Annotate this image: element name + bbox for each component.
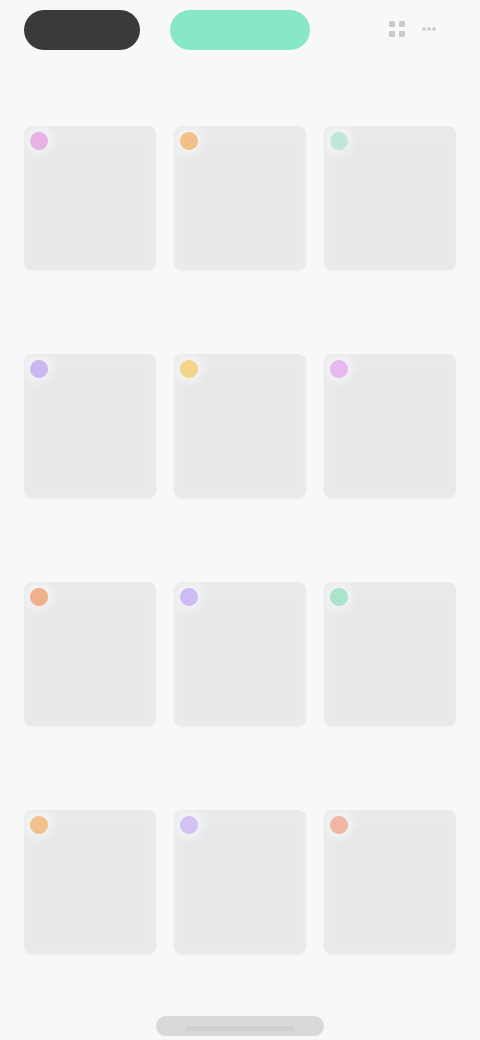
grid-card[interactable] [174, 126, 306, 328]
grid-card[interactable] [174, 810, 306, 1012]
status-dot-icon [330, 816, 348, 834]
card-label [174, 282, 306, 300]
status-dot-icon [30, 132, 48, 150]
tab-primary-button[interactable] [24, 10, 140, 50]
card-thumbnail-inner [334, 826, 446, 946]
card-grid [24, 126, 456, 1012]
grid-card[interactable] [24, 126, 156, 328]
card-label [24, 510, 156, 528]
tab-accent-button[interactable] [170, 10, 310, 50]
grid-card[interactable] [174, 582, 306, 784]
card-thumbnail-inner [184, 370, 296, 490]
status-dot-icon [30, 360, 48, 378]
card-label [174, 510, 306, 528]
title-wrap [0, 66, 480, 106]
card-thumbnail-inner [34, 598, 146, 718]
card-thumbnail-inner [334, 598, 446, 718]
status-dot-icon [180, 132, 198, 150]
card-thumbnail-inner [34, 370, 146, 490]
grid-card[interactable] [324, 810, 456, 1012]
grid-card[interactable] [174, 354, 306, 556]
status-dot-icon [180, 816, 198, 834]
screen [0, 0, 480, 1040]
status-dot-icon [180, 360, 198, 378]
status-dot-icon [180, 588, 198, 606]
status-dot-icon [330, 360, 348, 378]
card-thumbnail-inner [334, 142, 446, 262]
card-label [324, 510, 456, 528]
card-label [24, 966, 156, 984]
grid-card[interactable] [24, 354, 156, 556]
status-dot-icon [330, 588, 348, 606]
card-label [174, 966, 306, 984]
grid-card[interactable] [324, 582, 456, 784]
card-label [174, 738, 306, 756]
card-thumbnail-inner [334, 370, 446, 490]
status-dot-icon [330, 132, 348, 150]
card-label [24, 738, 156, 756]
card-thumbnail-inner [184, 142, 296, 262]
card-thumbnail-inner [34, 142, 146, 262]
home-indicator[interactable] [186, 1026, 294, 1031]
grid-card[interactable] [24, 582, 156, 784]
grid-card[interactable] [324, 126, 456, 328]
card-thumbnail-inner [184, 598, 296, 718]
card-thumbnail-inner [34, 826, 146, 946]
card-thumbnail-inner [184, 826, 296, 946]
grid-card[interactable] [324, 354, 456, 556]
card-label [24, 282, 156, 300]
status-dot-icon [30, 816, 48, 834]
more-icon[interactable] [414, 14, 444, 44]
top-bar [0, 0, 480, 72]
card-label [324, 966, 456, 984]
card-label [324, 738, 456, 756]
status-dot-icon [30, 588, 48, 606]
grid-icon[interactable] [382, 14, 412, 44]
grid-card[interactable] [24, 810, 156, 1012]
card-label [324, 282, 456, 300]
